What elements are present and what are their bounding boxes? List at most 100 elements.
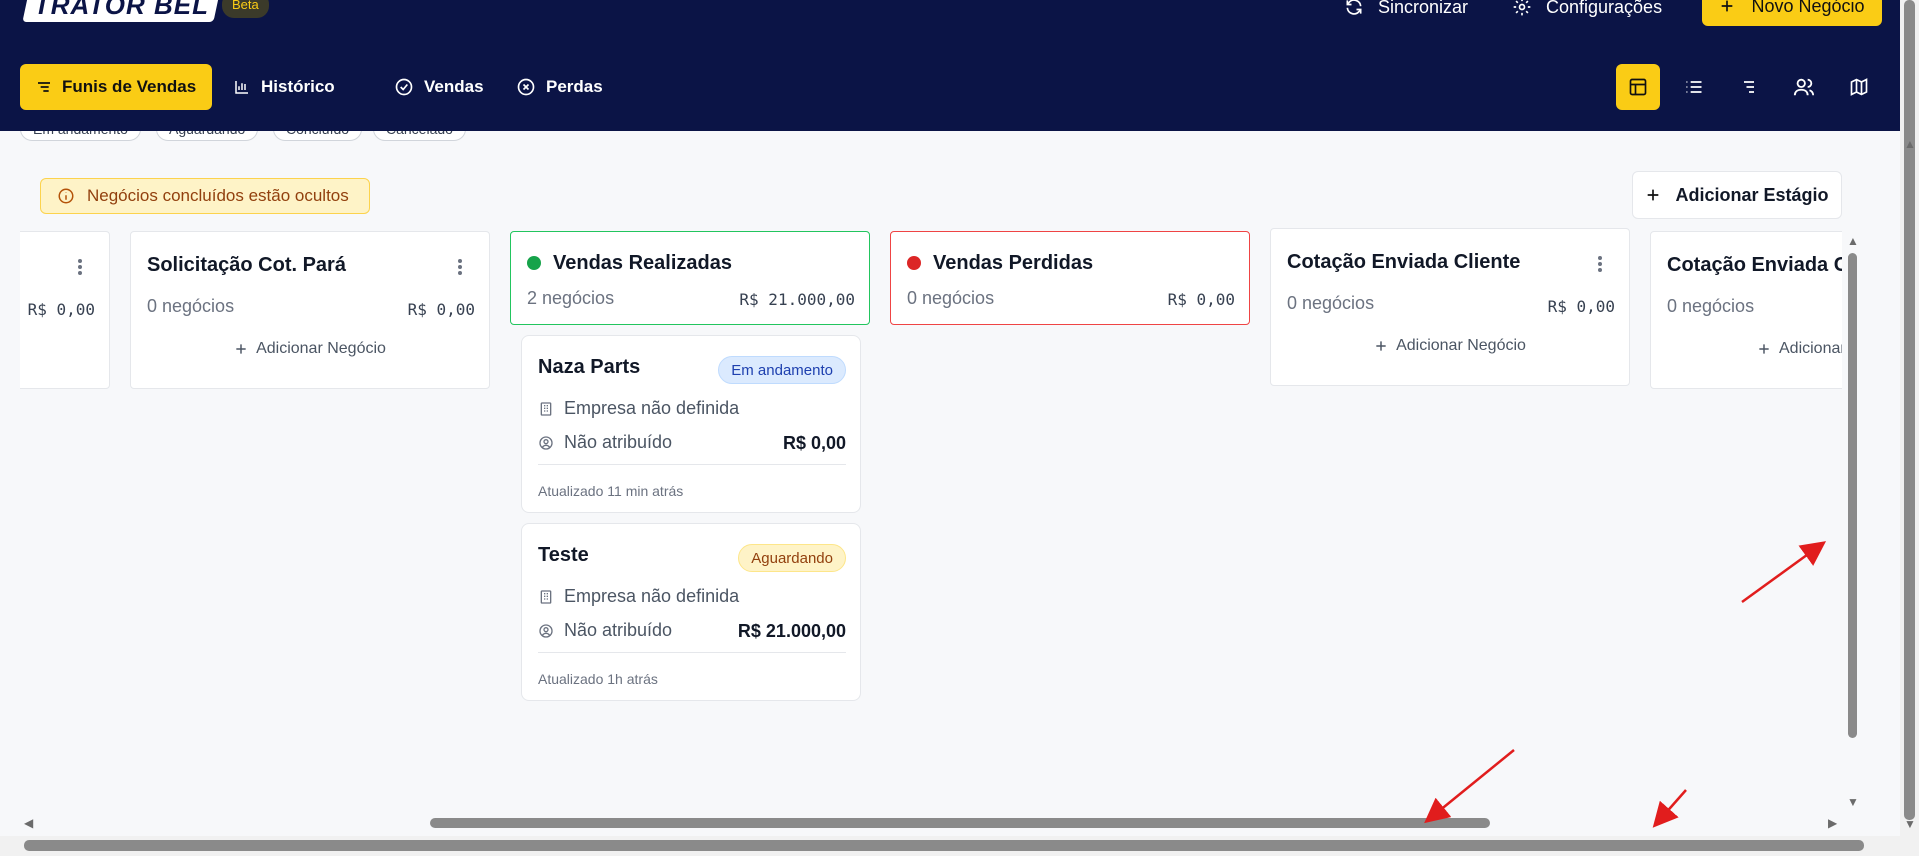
status-badge: Aguardando [738,544,846,572]
scroll-up-arrow[interactable]: ▲ [1847,235,1859,247]
add-deal-label: Adicionar Negócio [1779,340,1842,357]
add-stage-label: Adicionar Estágio [1675,184,1829,205]
funnel-list-icon [38,82,50,92]
deal-value: R$ 0,00 [782,433,846,453]
x-circle-icon [517,78,535,96]
add-deal-button[interactable]: Adicionar Negócio [131,340,489,358]
sync-button[interactable]: Sincronizar [1344,0,1468,22]
deal-company: Empresa não definida [538,586,739,607]
scroll-right-arrow[interactable]: ▶ [1828,817,1837,829]
column-deal-count: 2 negócios [527,288,615,308]
list-icon [1686,81,1702,93]
tab-funnels[interactable]: Funis de Vendas [20,64,213,110]
plus-icon [1722,0,1733,12]
user-circle-icon [539,623,553,638]
stage-column-won: Vendas Realizadas 2 negócios R$ 21.000,0… [510,231,870,325]
tab-losses[interactable]: Perdas [516,64,603,110]
divider [538,652,846,653]
add-deal-button[interactable]: Adicionar Negócio [1271,337,1629,355]
kanban-board: R$ 0,00 Solicitação Cot. Pará 0 negócios… [20,228,1842,818]
column-menu-icon[interactable] [457,258,463,276]
kanban-icon [1629,78,1647,96]
scroll-up-arrow[interactable]: ▲ [1904,138,1916,150]
won-status-dot [527,256,541,270]
sync-label: Sincronizar [1378,0,1469,17]
info-icon [58,188,74,204]
tab-sales-label: Vendas [424,77,484,96]
stage-column-solicitacao: Solicitação Cot. Pará 0 negócios R$ 0,00… [130,231,490,389]
compact-list-icon [1744,81,1754,93]
add-deal-label: Adicionar Negócio [256,340,386,357]
brand-logo[interactable]: TRATOR BEL [22,0,221,22]
map-view-button[interactable] [1837,64,1881,110]
plus-icon [1648,189,1659,201]
map-icon [1850,78,1868,96]
beta-badge: Beta [222,0,269,18]
status-badge: Em andamento [718,356,846,384]
tab-sales[interactable]: Vendas [394,64,484,110]
filter-chip-in-progress[interactable]: Em andamento [20,131,141,141]
bar-chart-icon [235,81,248,94]
deal-company: Empresa não definida [538,398,739,419]
owners-view-button[interactable] [1782,64,1826,110]
add-deal-button[interactable]: Adicionar Negócio [1651,340,1842,358]
board-vertical-scrollbar[interactable]: ▲ ▼ [1846,233,1859,808]
new-deal-button[interactable]: Novo Negócio [1702,0,1882,26]
column-title: Vendas Realizadas [527,252,732,275]
column-total: R$ 0,00 [27,300,95,319]
refresh-icon [1346,0,1362,15]
add-stage-button[interactable]: Adicionar Estágio [1632,171,1842,219]
scrollbar-thumb[interactable] [430,818,1490,828]
settings-button[interactable]: Configurações [1512,0,1662,22]
stage-column-cotacao: Cotação Enviada Cliente 0 negócios R$ 0,… [1270,228,1630,386]
column-title: Cotação Enviada Cliente [1667,254,1842,276]
plus-icon [236,344,246,354]
deal-value: R$ 21.000,00 [737,621,846,641]
logo-text: TRATOR BEL [34,0,210,20]
deal-card[interactable]: Teste Aguardando Empresa não definida Nã… [521,523,861,701]
tab-history[interactable]: Histórico [233,64,335,110]
list-view-button[interactable] [1672,64,1716,110]
plus-icon [1376,341,1386,351]
scroll-down-arrow[interactable]: ▼ [1904,818,1916,830]
deal-updated: Atualizado 1h atrás [538,671,658,687]
scroll-left-arrow[interactable]: ◀ [24,817,33,829]
deal-title: Teste [538,544,589,566]
column-total: R$ 0,00 [407,300,475,319]
new-deal-label: Novo Negócio [1751,0,1865,16]
building-icon [540,589,552,604]
column-title: Cotação Enviada Cliente [1287,251,1521,273]
scroll-down-arrow[interactable]: ▼ [1847,796,1859,808]
scrollbar-thumb[interactable] [24,840,1864,851]
settings-label: Configurações [1546,0,1663,17]
tab-funnels-label: Funis de Vendas [62,77,197,96]
filter-chip-done[interactable]: Concluído [273,131,363,141]
tab-losses-label: Perdas [546,77,603,96]
column-deal-count: 0 negócios [1287,293,1375,313]
column-deal-count: 0 negócios [907,288,995,308]
page-horizontal-scrollbar[interactable] [0,836,1900,856]
scrollbar-thumb[interactable] [1848,253,1857,738]
filter-chip-waiting[interactable]: Aguardando [156,131,259,141]
column-menu-icon[interactable] [1597,255,1603,273]
column-total: R$ 0,00 [1547,297,1615,316]
column-menu-icon[interactable] [77,258,83,276]
column-deal-count: 0 negócios [1667,296,1755,316]
stage-column: R$ 0,00 [20,231,110,389]
kanban-view-button[interactable] [1616,64,1660,110]
compact-view-button[interactable] [1727,64,1771,110]
column-title: Solicitação Cot. Pará [147,254,346,276]
deal-updated: Atualizado 11 min atrás [538,483,684,499]
filter-chip-cancelled[interactable]: Cancelado [373,131,466,141]
deal-owner: Não atribuído [538,432,672,453]
deal-owner: Não atribuído [538,620,672,641]
deal-card[interactable]: Naza Parts Em andamento Empresa não defi… [521,335,861,513]
check-circle-icon [395,78,413,96]
top-header: TRATOR BEL Beta Sincronizar Configuraçõe… [0,0,1900,131]
page-vertical-scrollbar[interactable]: ▲ ▼ [1900,0,1919,856]
scrollbar-thumb[interactable] [1904,0,1915,820]
board-horizontal-scrollbar[interactable]: ◀ ▶ [20,815,1842,831]
notice-text: Negócios concluídos estão ocultos [87,186,349,205]
divider [538,464,846,465]
stage-column-cotacao-2: Cotação Enviada Cliente 0 negócios Adici… [1650,231,1842,389]
